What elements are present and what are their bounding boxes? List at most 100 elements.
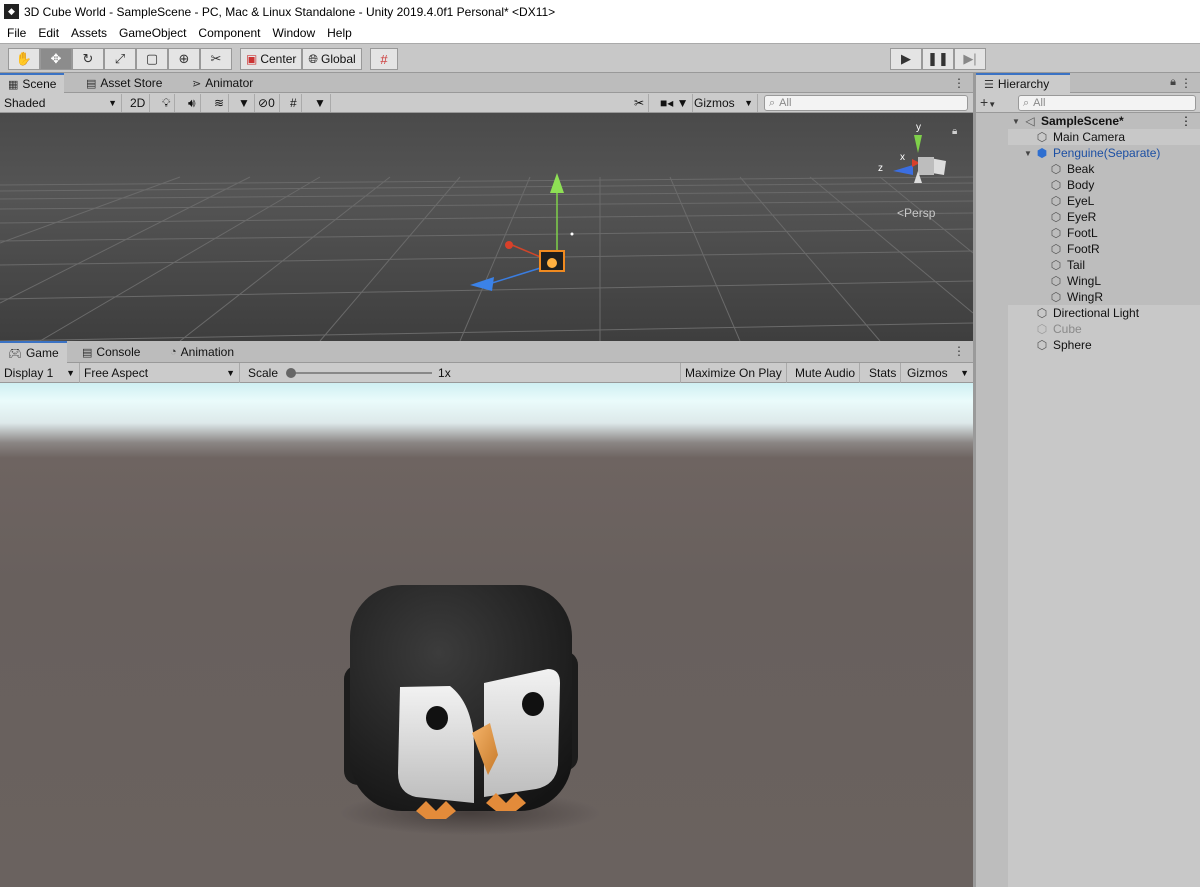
scene-icon: ▦	[8, 78, 19, 91]
scale-icon[interactable]: ⤢	[104, 48, 136, 70]
transform-icon[interactable]: ⊕	[168, 48, 200, 70]
scene-search-input[interactable]: ⌕ All	[764, 95, 968, 111]
tab-animation-label: Animation	[180, 345, 235, 359]
gameobject-icon: ⬡	[1036, 306, 1048, 320]
tab-animator[interactable]: ⋗ Animator	[184, 73, 261, 93]
tab-animation[interactable]: ◔ Animation	[162, 341, 242, 363]
animation-icon: ◔	[170, 346, 177, 358]
store-icon: ▤	[86, 77, 97, 90]
2d-toggle[interactable]: 2D	[126, 94, 151, 112]
2d-label: 2D	[130, 96, 146, 110]
hierarchy-item-tail[interactable]: ⬡ Tail	[976, 257, 1200, 273]
title-bar: ◆ 3D Cube World - SampleScene - PC, Mac …	[0, 0, 1200, 23]
menu-window[interactable]: Window	[266, 26, 321, 40]
grid-dropdown-icon[interactable]: ▼	[310, 94, 331, 112]
menu-assets[interactable]: Assets	[65, 26, 113, 40]
tab-console[interactable]: ▤ Console	[74, 341, 148, 363]
aspect-dropdown[interactable]: Free Aspect ▼	[80, 363, 240, 383]
kebab-menu-icon[interactable]: ⋮	[1180, 114, 1192, 128]
game-gizmos-dropdown[interactable]: Gizmos ▼	[903, 363, 973, 383]
hierarchy-item-label: Penguine(Separate)	[1053, 146, 1161, 160]
rotate-icon[interactable]: ↻	[72, 48, 104, 70]
lighting-icon[interactable]: 💡︎	[158, 94, 176, 112]
menu-gameobject[interactable]: GameObject	[113, 26, 192, 40]
hand-icon[interactable]: ✋	[8, 48, 40, 70]
gameobject-icon: ⬡	[1050, 258, 1062, 272]
expand-arrow-icon[interactable]: ▼	[1010, 117, 1022, 126]
animator-icon: ⋗	[192, 77, 202, 90]
tab-scene[interactable]: ▦ Scene	[0, 73, 65, 93]
hierarchy-item-wingr[interactable]: ⬡ WingR	[976, 289, 1200, 305]
add-icon[interactable]: +▼	[980, 94, 996, 110]
hierarchy-item-eyel[interactable]: ⬡ EyeL	[976, 193, 1200, 209]
hidden-objects-toggle[interactable]: ⊘ 0	[254, 94, 280, 112]
mute-label: Mute Audio	[795, 366, 856, 380]
grid-snap-icon[interactable]: #	[370, 48, 398, 70]
gizmos-dropdown[interactable]: Gizmos ▼	[690, 94, 758, 112]
hierarchy-item-body[interactable]: ⬡ Body	[976, 177, 1200, 193]
gameobject-icon: ⬡	[1050, 290, 1062, 304]
expand-arrow-icon[interactable]: ▼	[1022, 149, 1034, 158]
hierarchy-item-penguine[interactable]: ▼ ⬢ Penguine(Separate)	[976, 145, 1200, 161]
kebab-menu-icon[interactable]: ⋮	[953, 76, 965, 90]
menu-component[interactable]: Component	[192, 26, 266, 40]
pause-icon[interactable]: ❚❚	[922, 48, 954, 70]
lock-icon[interactable]: 🔒︎	[1170, 76, 1176, 89]
lock-icon: 🔒︎	[952, 126, 957, 137]
penguin-model	[344, 585, 578, 819]
hierarchy-item-wingl[interactable]: ⬡ WingL	[976, 273, 1200, 289]
audio-icon[interactable]: 🔊︎	[184, 94, 201, 112]
play-icon[interactable]: ▶	[890, 48, 922, 70]
hierarchy-item-eyer[interactable]: ⬡ EyeR	[976, 209, 1200, 225]
chevron-down-icon: ▼	[66, 368, 75, 378]
menu-help[interactable]: Help	[321, 26, 358, 40]
display-dropdown[interactable]: Display 1 ▼	[0, 363, 80, 383]
game-viewport[interactable]	[0, 383, 973, 887]
effects-dropdown-icon[interactable]: ▼	[234, 94, 255, 112]
grid-icon[interactable]: #	[286, 94, 302, 112]
move-icon[interactable]: ✥	[40, 48, 72, 70]
menu-edit[interactable]: Edit	[32, 26, 65, 40]
hierarchy-item-label: Tail	[1067, 258, 1086, 272]
hierarchy-item-cube[interactable]: ⬡ Cube	[976, 321, 1200, 337]
hierarchy-item-footl[interactable]: ⬡ FootL	[976, 225, 1200, 241]
scale-label: Scale	[248, 366, 279, 380]
scale-slider[interactable]	[286, 367, 433, 379]
space-global-button[interactable]: 🌐︎ Global	[302, 48, 362, 70]
hierarchy-item-sphere[interactable]: ⬡ Sphere	[976, 337, 1200, 353]
tab-asset-store[interactable]: ▤ Asset Store	[78, 73, 170, 93]
hierarchy-item-label: WingR	[1067, 290, 1104, 304]
effects-icon[interactable]: ≋	[210, 94, 230, 112]
stats-toggle[interactable]: Stats	[865, 363, 902, 383]
custom-tool-icon[interactable]: ✂	[200, 48, 232, 70]
draw-mode-dropdown[interactable]: Shaded ▼	[0, 94, 122, 112]
camera-icon[interactable]: ■◂ ▼	[656, 94, 694, 112]
hierarchy-item-directional-light[interactable]: ⬡ Directional Light	[976, 305, 1200, 321]
rect-icon[interactable]: ▢	[136, 48, 168, 70]
hierarchy-item-main-camera[interactable]: ⬡ Main Camera	[976, 129, 1200, 145]
scene-search-placeholder: All	[779, 97, 792, 109]
gameobject-icon: ⬡	[1036, 322, 1048, 336]
tools-icon[interactable]: ✂	[630, 94, 650, 112]
menu-file[interactable]: File	[1, 26, 32, 40]
kebab-menu-icon[interactable]: ⋮	[1180, 76, 1192, 90]
hierarchy-item-beak[interactable]: ⬡ Beak	[976, 161, 1200, 177]
penguin-render	[340, 585, 600, 835]
hierarchy-item-label: Main Camera	[1053, 130, 1126, 144]
hierarchy-panel: ☰ Hierarchy 🔒︎ ⋮ +▼ ⌕ All ▼ ◁ SampleScen…	[976, 73, 1200, 887]
tab-game[interactable]: 🎮︎ Game	[0, 341, 67, 363]
hierarchy-search-input[interactable]: ⌕ All	[1018, 95, 1196, 111]
window-title: 3D Cube World - SampleScene - PC, Mac & …	[24, 4, 556, 19]
tab-hierarchy[interactable]: ☰ Hierarchy	[976, 73, 1070, 93]
mute-audio-toggle[interactable]: Mute Audio	[791, 363, 861, 383]
pivot-center-button[interactable]: ▣ Center	[240, 48, 303, 70]
scene-viewport[interactable]: y x z 🔒︎ <Persp	[0, 113, 973, 341]
maximize-on-play-toggle[interactable]: Maximize On Play	[680, 363, 787, 383]
step-icon[interactable]: ▶|	[954, 48, 986, 70]
gameobject-icon: ⬡	[1036, 338, 1048, 352]
kebab-menu-icon[interactable]: ⋮	[953, 344, 965, 358]
hierarchy-item-footr[interactable]: ⬡ FootR	[976, 241, 1200, 257]
scale-slider-handle[interactable]	[286, 368, 297, 378]
chevron-down-icon: ▼	[226, 368, 235, 378]
scene-root-item[interactable]: ▼ ◁ SampleScene* ⋮	[976, 113, 1200, 129]
